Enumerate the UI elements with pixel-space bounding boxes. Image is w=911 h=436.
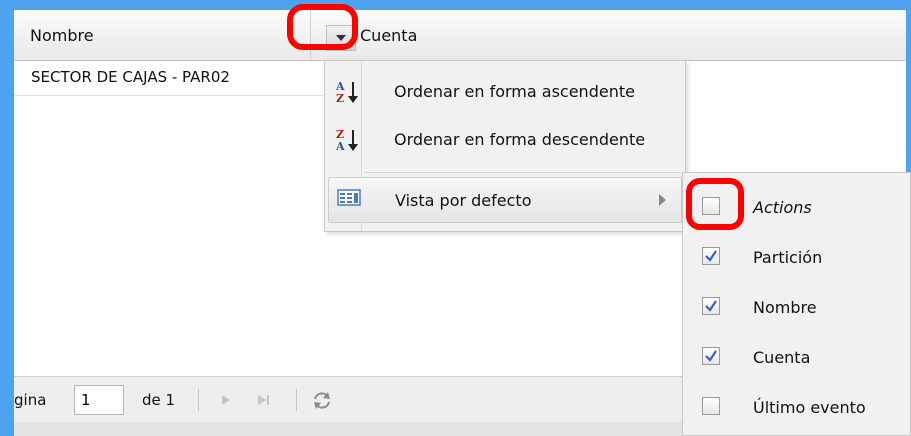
frame-left-border: [0, 0, 14, 436]
checkbox-checked[interactable]: [702, 247, 720, 265]
highlight-annotation-checkbox: [686, 178, 744, 230]
menu-separator: [365, 172, 681, 173]
last-page-button[interactable]: [254, 389, 274, 411]
checkbox-unchecked[interactable]: [702, 397, 720, 415]
column-toggle-label: Último evento: [753, 398, 866, 417]
menu-item-label: Ordenar en forma descendente: [394, 130, 646, 149]
column-toggle-label: Partición: [753, 248, 823, 267]
submenu-arrow-icon: [659, 194, 666, 206]
column-toggle-label: Nombre: [753, 298, 817, 317]
checkbox-checked[interactable]: [702, 297, 720, 315]
toolbar-separator: [198, 389, 199, 411]
check-icon: [705, 350, 717, 362]
page-number-input[interactable]: [74, 385, 124, 415]
svg-text:A: A: [336, 140, 345, 153]
frame-top-border: [0, 0, 911, 10]
column-toggle-nombre[interactable]: Nombre: [683, 285, 911, 335]
cell-nombre: SECTOR DE CAJAS - PAR02: [31, 68, 230, 86]
column-toggle-particion[interactable]: Partición: [683, 235, 911, 285]
grid-column-header: Nombre Cuenta: [14, 10, 906, 61]
table-row[interactable]: SECTOR DE CAJAS - PAR02: [14, 61, 324, 96]
highlight-annotation-trigger: [287, 4, 358, 50]
column-header-cuenta[interactable]: Cuenta: [360, 26, 417, 45]
last-page-icon: [258, 395, 269, 405]
menu-item-label: Ordenar en forma ascendente: [394, 82, 635, 101]
column-toggle-ultimo-evento[interactable]: Último evento: [683, 385, 911, 435]
check-icon: [705, 300, 717, 312]
column-menu: A Z Ordenar en forma ascendente Z A Orde…: [324, 60, 686, 232]
next-page-icon: [222, 395, 230, 405]
checkbox-checked[interactable]: [702, 347, 720, 365]
toolbar-separator: [296, 389, 297, 411]
check-icon: [705, 250, 717, 262]
menu-item-label: Vista por defecto: [395, 191, 532, 210]
next-page-button[interactable]: [216, 389, 236, 411]
page-count-label: de 1: [142, 391, 176, 409]
menu-item-sort-descending[interactable]: Z A Ordenar en forma descendente: [328, 117, 682, 163]
sort-descending-icon: Z A: [335, 127, 360, 157]
refresh-button[interactable]: [310, 389, 334, 411]
refresh-icon: [314, 392, 330, 409]
column-toggle-cuenta[interactable]: Cuenta: [683, 335, 911, 385]
menu-item-sort-ascending[interactable]: A Z Ordenar en forma ascendente: [328, 69, 682, 115]
page-label: gina: [14, 391, 47, 409]
column-toggle-label: Cuenta: [753, 348, 811, 367]
column-header-nombre[interactable]: Nombre: [30, 26, 94, 45]
menu-item-default-view[interactable]: Vista por defecto: [328, 177, 682, 223]
column-toggle-label: Actions: [753, 198, 812, 217]
sort-ascending-icon: A Z: [335, 79, 360, 109]
svg-text:Z: Z: [336, 92, 344, 105]
columns-view-icon: [337, 188, 361, 212]
